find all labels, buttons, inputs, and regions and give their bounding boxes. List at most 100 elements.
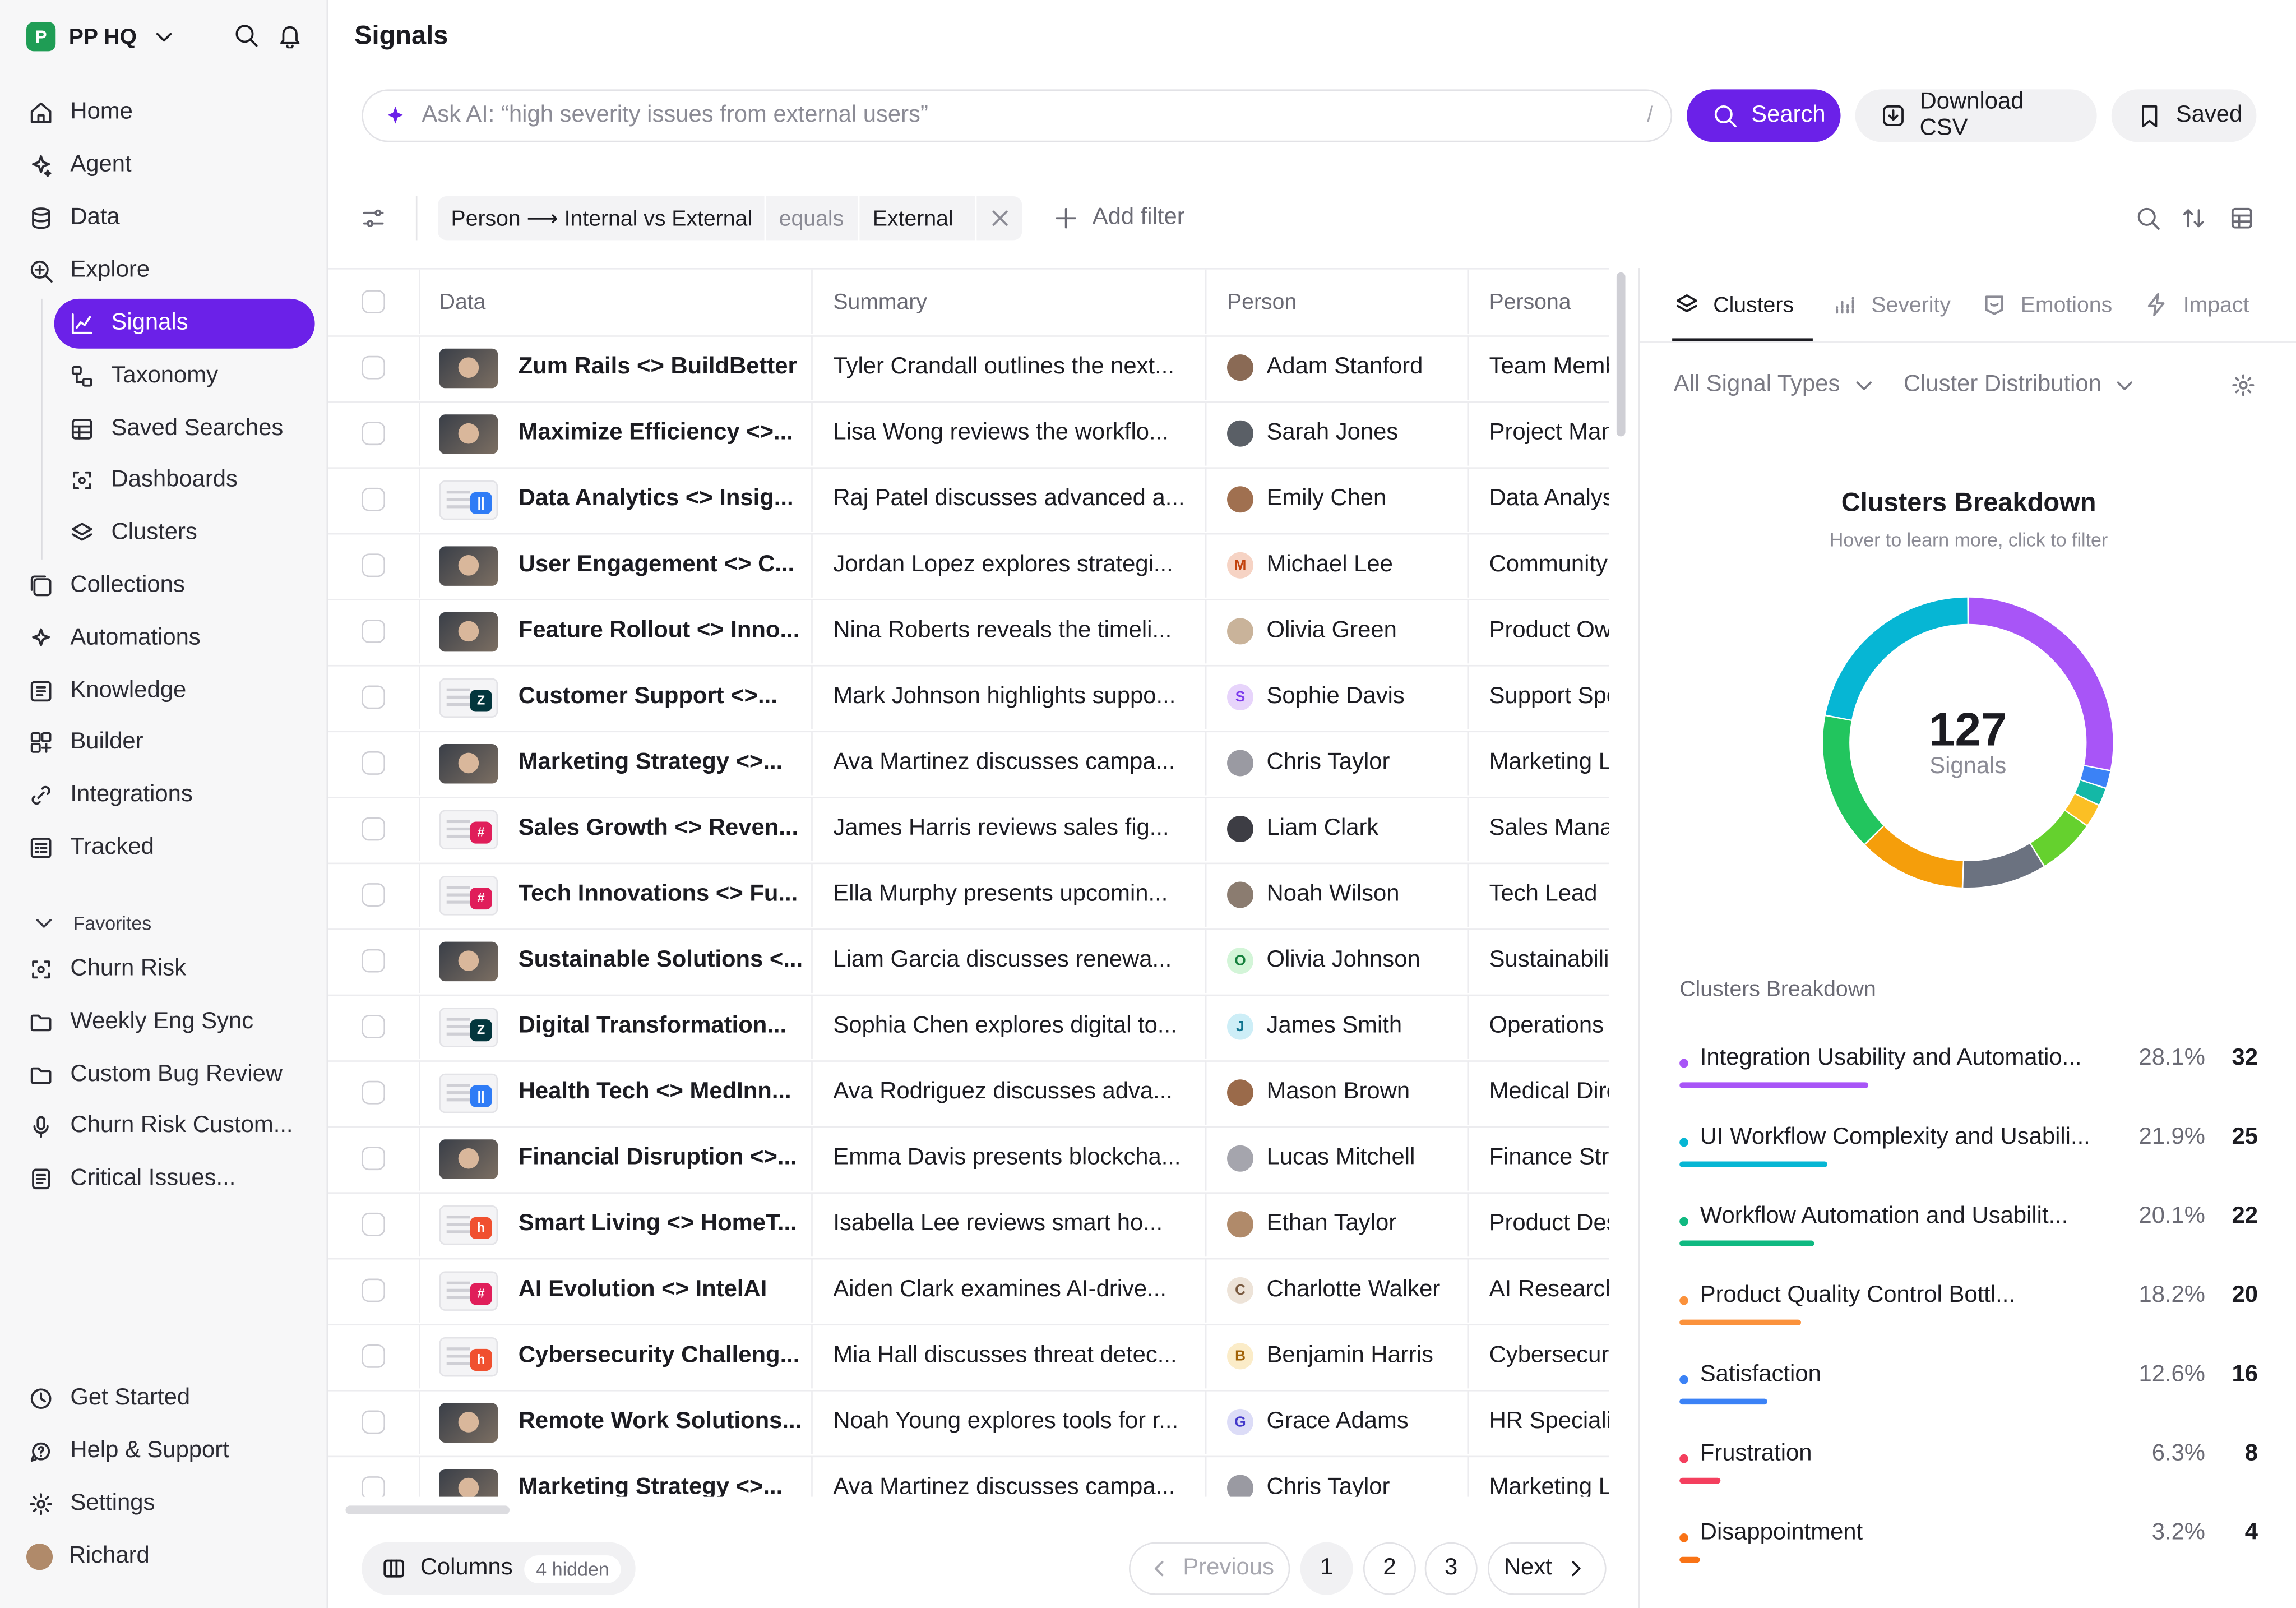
sidebar-item-help-support[interactable]: Help & Support — [15, 1426, 315, 1476]
ai-search-input[interactable]: Ask AI: “high severity issues from exter… — [362, 89, 1673, 142]
filter-value-chip[interactable]: External — [859, 196, 975, 241]
cluster-row[interactable]: Integration Usability and Automatio... 28… — [1679, 1041, 2258, 1120]
sidebar-item-automations[interactable]: Automations — [15, 614, 315, 664]
column-header-data[interactable]: Data — [439, 270, 806, 334]
table-row[interactable]: Feature Rollout <> Inno... Nina Roberts r… — [328, 599, 1609, 667]
person-cell[interactable]: J James Smith — [1227, 995, 1464, 1059]
table-row[interactable]: Financial Disruption <>... Emma Davis pre… — [328, 1126, 1609, 1194]
cluster-row[interactable]: UI Workflow Complexity and Usabili... 21.… — [1679, 1120, 2258, 1199]
table-row[interactable]: Remote Work Solutions... Noah Young explo… — [328, 1389, 1609, 1458]
data-cell[interactable]: Feature Rollout <> Inno... — [439, 599, 806, 663]
data-cell[interactable]: Z Customer Support <>... — [439, 665, 806, 729]
table-row[interactable]: User Engagement <> C... Jordan Lopez expl… — [328, 533, 1609, 601]
data-cell[interactable]: Maximize Efficiency <>... — [439, 401, 806, 466]
next-page-button[interactable]: Next — [1487, 1542, 1607, 1595]
sidebar-item-home[interactable]: Home — [15, 88, 315, 138]
person-cell[interactable]: M Michael Lee — [1227, 533, 1464, 598]
person-cell[interactable]: Chris Taylor — [1227, 731, 1464, 795]
data-cell[interactable]: || Data Analytics <> Insig... — [439, 467, 806, 532]
person-cell[interactable]: Ethan Taylor — [1227, 1192, 1464, 1256]
data-cell[interactable]: Marketing Strategy <>... — [439, 1456, 806, 1497]
person-cell[interactable]: B Benjamin Harris — [1227, 1324, 1464, 1388]
sidebar-item-dashboards[interactable]: Dashboards — [54, 455, 315, 505]
column-header-person[interactable]: Person — [1227, 270, 1461, 334]
table-row[interactable]: h Cybersecurity Challeng... Mia Hall discu… — [328, 1324, 1609, 1392]
row-checkbox[interactable] — [362, 685, 386, 709]
sidebar-item-custom-bug-review[interactable]: Custom Bug Review — [15, 1050, 315, 1100]
person-cell[interactable]: Mason Brown — [1227, 1060, 1464, 1125]
sidebar-item-clusters[interactable]: Clusters — [54, 508, 315, 558]
sidebar-item-explore[interactable]: Explore — [15, 246, 315, 296]
table-row[interactable]: h Smart Living <> HomeT... Isabella Lee re… — [328, 1192, 1609, 1260]
data-cell[interactable]: # Sales Growth <> Reven... — [439, 797, 806, 861]
row-checkbox[interactable] — [362, 619, 386, 643]
row-checkbox[interactable] — [362, 817, 386, 841]
data-cell[interactable]: Sustainable Solutions <... — [439, 928, 806, 993]
filter-settings-icon[interactable] — [359, 204, 388, 233]
data-cell[interactable]: || Health Tech <> MedInn... — [439, 1060, 806, 1125]
cluster-row[interactable]: Frustration 6.3% 8 — [1679, 1437, 2258, 1516]
search-button[interactable]: Search — [1687, 89, 1841, 142]
person-cell[interactable]: S Sophie Davis — [1227, 665, 1464, 729]
table-row[interactable]: Sustainable Solutions <... Liam Garcia di… — [328, 928, 1609, 996]
column-header-persona[interactable]: Persona — [1489, 270, 1609, 334]
person-cell[interactable]: G Grace Adams — [1227, 1390, 1464, 1454]
data-cell[interactable]: Marketing Strategy <>... — [439, 731, 806, 795]
data-cell[interactable]: Zum Rails <> BuildBetter — [439, 335, 806, 400]
table-row[interactable]: Z Digital Transformation... Sophia Chen ex… — [328, 994, 1609, 1062]
sidebar-item-settings[interactable]: Settings — [15, 1479, 315, 1529]
search-icon[interactable] — [2133, 204, 2163, 233]
row-checkbox[interactable] — [362, 487, 386, 511]
sidebar-item-integrations[interactable]: Integrations — [15, 770, 315, 820]
tab-emotions[interactable]: Emotions — [1980, 268, 2112, 341]
person-cell[interactable]: Emily Chen — [1227, 467, 1464, 532]
table-row[interactable]: Marketing Strategy <>... Ava Martinez dis… — [328, 731, 1609, 798]
data-cell[interactable]: Remote Work Solutions... — [439, 1390, 806, 1454]
row-checkbox[interactable] — [362, 883, 386, 907]
sidebar-item-collections[interactable]: Collections — [15, 561, 315, 611]
clusters-donut-chart[interactable]: 127 Signals — [1822, 596, 2114, 889]
data-cell[interactable]: Z Digital Transformation... — [439, 995, 806, 1059]
download-csv-button[interactable]: Download CSV — [1855, 89, 2097, 142]
row-checkbox[interactable] — [362, 949, 386, 973]
user-profile[interactable]: Richard — [15, 1532, 315, 1582]
select-all-checkbox[interactable] — [362, 290, 386, 314]
row-checkbox[interactable] — [362, 1212, 386, 1236]
workspace-switcher[interactable]: P PP HQ — [26, 19, 179, 54]
page-button-2[interactable]: 2 — [1363, 1542, 1416, 1595]
table-row[interactable]: # Sales Growth <> Reven... James Harris re… — [328, 797, 1609, 865]
distribution-dropdown[interactable]: Cluster Distribution — [1904, 371, 2140, 400]
table-row[interactable]: || Data Analytics <> Insig... Raj Patel di… — [328, 467, 1609, 535]
person-cell[interactable]: C Charlotte Walker — [1227, 1258, 1464, 1323]
data-cell[interactable]: Financial Disruption <>... — [439, 1126, 806, 1191]
cluster-row[interactable]: Product Quality Control Bottl... 18.2% 20 — [1679, 1278, 2258, 1357]
table-row[interactable]: # AI Evolution <> IntelAI Aiden Clark exam… — [328, 1258, 1609, 1326]
favorites-header[interactable]: Favorites — [29, 908, 151, 937]
page-button-1[interactable]: 1 — [1300, 1542, 1353, 1595]
row-checkbox[interactable] — [362, 1080, 386, 1105]
table-row[interactable]: Z Customer Support <>... Mark Johnson high… — [328, 664, 1609, 733]
row-checkbox[interactable] — [362, 422, 386, 446]
table-row[interactable]: # Tech Innovations <> Fu... Ella Murphy pr… — [328, 862, 1609, 930]
sidebar-item-get-started[interactable]: Get Started — [15, 1374, 315, 1424]
person-cell[interactable]: Liam Clark — [1227, 797, 1464, 861]
person-cell[interactable]: Chris Taylor — [1227, 1456, 1464, 1497]
row-checkbox[interactable] — [362, 751, 386, 775]
previous-page-button[interactable]: Previous — [1129, 1542, 1290, 1595]
sidebar-item-weekly-eng-sync[interactable]: Weekly Eng Sync — [15, 997, 315, 1047]
table-row[interactable]: Maximize Efficiency <>... Lisa Wong revie… — [328, 401, 1609, 469]
sidebar-item-critical-issues[interactable]: Critical Issues... — [15, 1154, 315, 1204]
row-checkbox[interactable] — [362, 355, 386, 380]
row-checkbox[interactable] — [362, 553, 386, 577]
bell-icon[interactable] — [275, 21, 304, 50]
add-filter-button[interactable]: Add filter — [1052, 204, 1185, 233]
data-cell[interactable]: # AI Evolution <> IntelAI — [439, 1258, 806, 1323]
table-horizontal-scrollbar[interactable] — [345, 1505, 510, 1515]
cluster-row[interactable]: Disappointment 3.2% 4 — [1679, 1516, 2258, 1595]
sidebar-item-knowledge[interactable]: Knowledge — [15, 667, 315, 717]
sidebar-item-data[interactable]: Data — [15, 193, 315, 243]
sidebar-item-churn-risk-custom[interactable]: Churn Risk Custom... — [15, 1101, 315, 1151]
table-view-icon[interactable] — [2227, 204, 2256, 233]
row-checkbox[interactable] — [362, 1476, 386, 1497]
data-cell[interactable]: h Cybersecurity Challeng... — [439, 1324, 806, 1388]
